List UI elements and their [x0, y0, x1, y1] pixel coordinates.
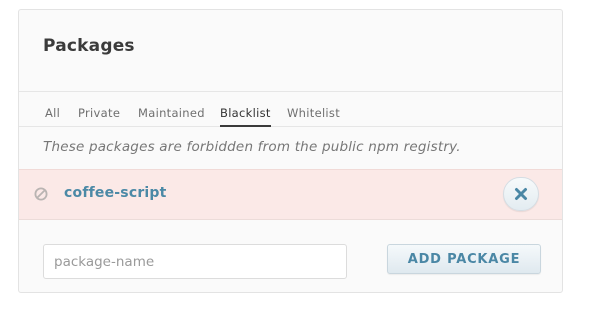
description-text: These packages are forbidden from the pu…: [43, 139, 461, 155]
add-package-button[interactable]: ADD PACKAGE: [387, 244, 541, 274]
tab-private[interactable]: Private: [78, 106, 120, 125]
panel-header: Packages: [19, 10, 562, 92]
description-area: These packages are forbidden from the pu…: [19, 127, 562, 169]
remove-package-button[interactable]: [503, 177, 539, 211]
packages-panel: Packages All Private Maintained Blacklis…: [18, 9, 563, 293]
close-icon: [515, 188, 527, 200]
list-item: coffee-script: [19, 169, 562, 220]
tab-whitelist[interactable]: Whitelist: [287, 106, 340, 125]
package-name-input[interactable]: [43, 244, 347, 279]
tab-maintained[interactable]: Maintained: [138, 106, 205, 125]
tab-all[interactable]: All: [45, 106, 60, 125]
ban-icon: [34, 186, 48, 201]
package-tabs: All Private Maintained Blacklist Whiteli…: [19, 92, 562, 127]
package-link[interactable]: coffee-script: [64, 185, 167, 201]
tab-blacklist[interactable]: Blacklist: [220, 106, 271, 127]
page-title: Packages: [43, 36, 135, 56]
add-package-form: ADD PACKAGE: [19, 220, 562, 292]
